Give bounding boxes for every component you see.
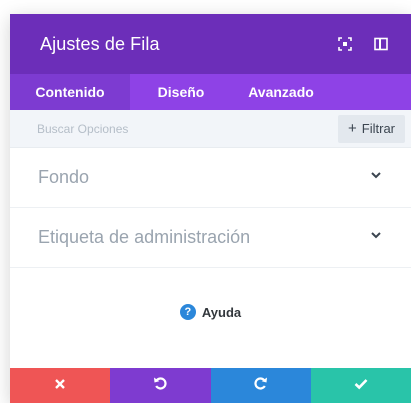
search-bar: + Filtrar xyxy=(10,110,411,148)
help-link[interactable]: ? Ayuda xyxy=(179,304,242,320)
redo-button[interactable] xyxy=(210,368,311,403)
tab-avanzado[interactable]: Avanzado xyxy=(232,74,330,110)
close-icon xyxy=(54,377,66,395)
plus-icon: + xyxy=(348,120,357,137)
chevron-down-icon xyxy=(369,168,383,187)
row-settings-modal: Ajustes de Fila Contenido Diseño Avanzad… xyxy=(10,14,411,403)
filter-button[interactable]: + Filtrar xyxy=(338,114,405,143)
help-icon: ? xyxy=(179,304,196,320)
help-area: ? Ayuda xyxy=(10,268,411,368)
discard-button[interactable] xyxy=(10,368,111,403)
footer-actions xyxy=(10,368,411,403)
tab-bar: Contenido Diseño Avanzado xyxy=(10,74,411,110)
check-icon xyxy=(354,377,368,395)
section-label: Fondo xyxy=(38,167,90,187)
sidebar-toggle-icon[interactable] xyxy=(371,34,391,54)
section-label: Etiqueta de administración xyxy=(38,227,251,247)
header-actions xyxy=(335,34,391,54)
tab-contenido[interactable]: Contenido xyxy=(10,74,130,110)
section-admin-label[interactable]: Etiqueta de administración xyxy=(10,208,411,268)
section-fondo[interactable]: Fondo xyxy=(10,148,411,208)
undo-button[interactable] xyxy=(110,368,211,403)
undo-icon xyxy=(153,376,167,395)
chevron-down-icon xyxy=(369,228,383,247)
modal-header: Ajustes de Fila xyxy=(10,14,411,74)
save-button[interactable] xyxy=(310,368,411,403)
tab-diseno[interactable]: Diseño xyxy=(130,74,232,110)
fullscreen-icon[interactable] xyxy=(335,34,355,54)
help-label: Ayuda xyxy=(201,304,242,320)
search-input[interactable] xyxy=(37,121,277,136)
modal-title: Ajustes de Fila xyxy=(40,33,160,54)
filter-label: Filtrar xyxy=(361,121,395,136)
redo-icon xyxy=(254,376,268,395)
